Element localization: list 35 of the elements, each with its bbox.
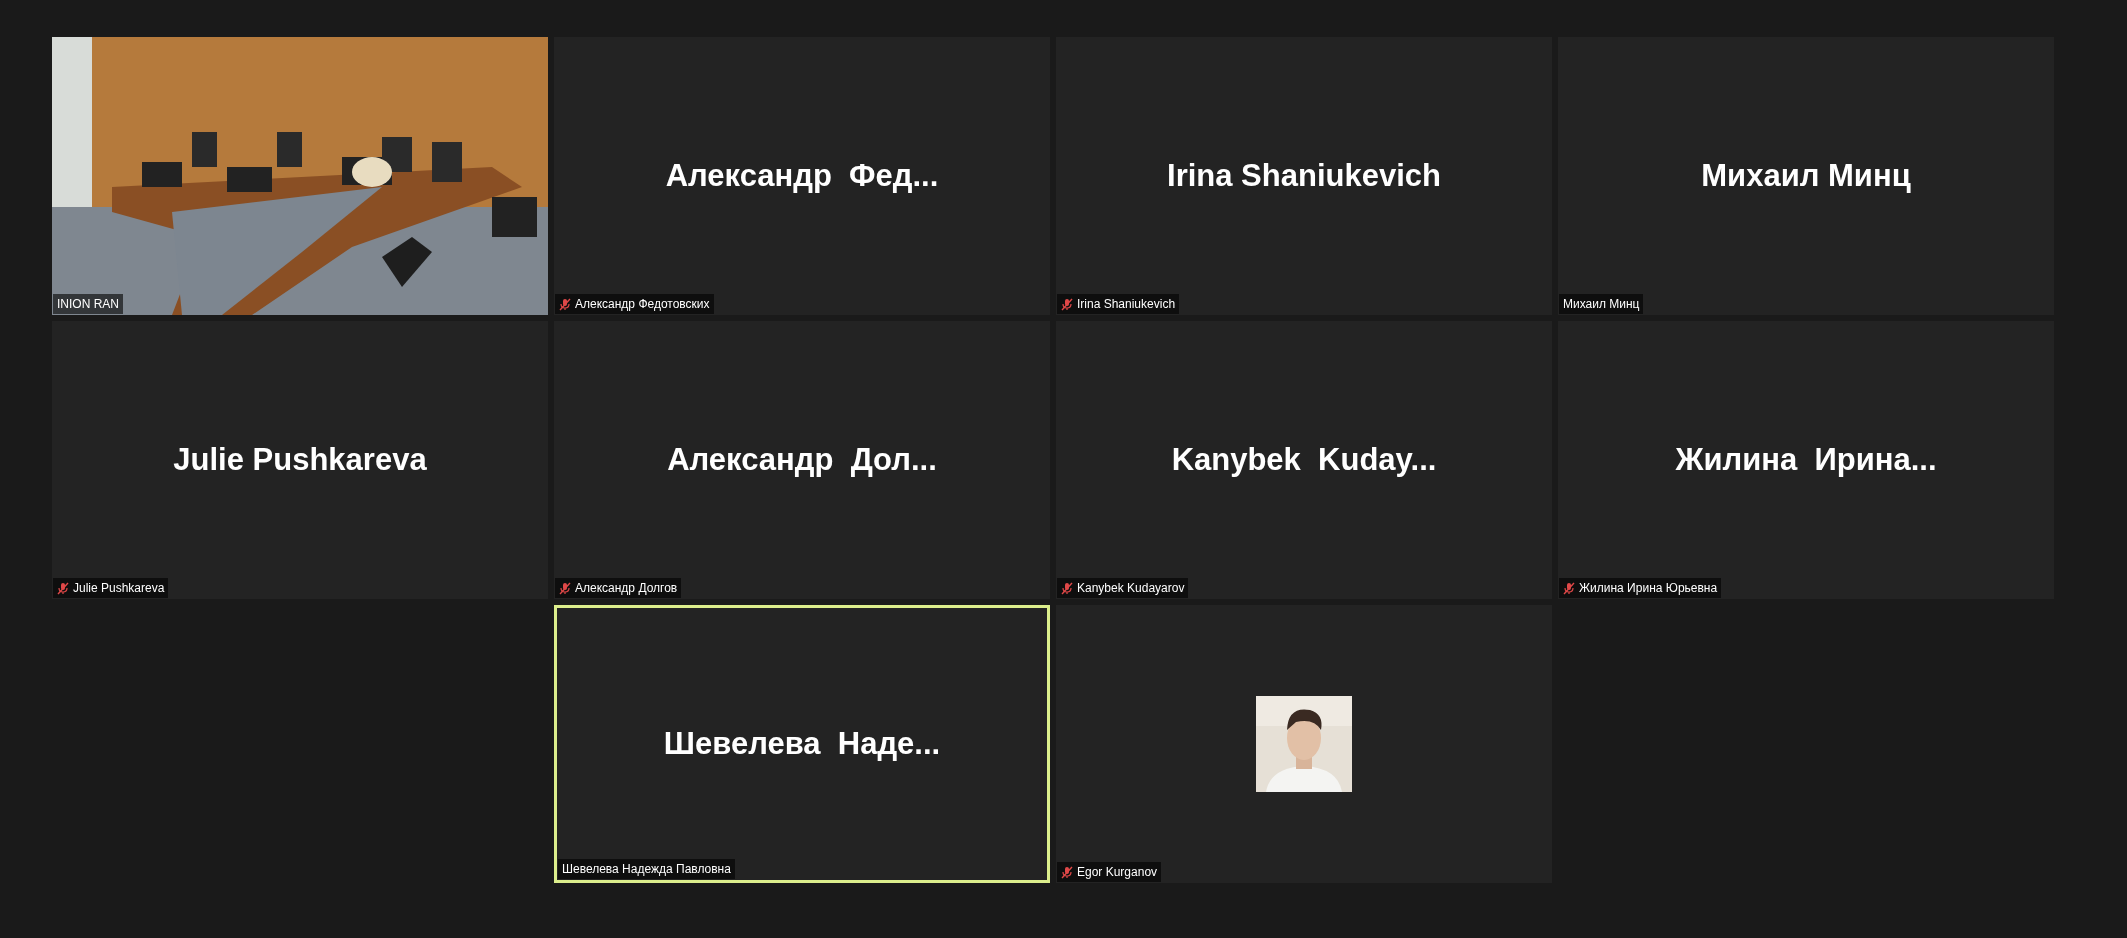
participant-name: Kanybek Kuday... bbox=[1171, 440, 1437, 479]
muted-microphone-icon bbox=[1563, 581, 1575, 595]
video-tile[interactable]: Александр Дол... Александр Долгов bbox=[554, 321, 1050, 599]
video-tile[interactable]: INION RAN bbox=[52, 37, 548, 315]
participant-name: Александр Дол... bbox=[667, 440, 937, 479]
muted-microphone-icon bbox=[1061, 581, 1073, 595]
name-label: Шевелева Надежда Павловна bbox=[558, 859, 735, 879]
video-tile[interactable]: Egor Kurganov bbox=[1056, 605, 1552, 883]
name-label: Irina Shaniukevich bbox=[1057, 294, 1180, 314]
video-tile[interactable]: Жилина Ирина... Жилина Ирина Юрьевна bbox=[1558, 321, 2054, 599]
video-tile[interactable]: Шевелева Наде... Шевелева Надежда Павловна bbox=[554, 605, 1050, 883]
name-label: Egor Kurganov bbox=[1057, 862, 1162, 882]
muted-microphone-icon bbox=[57, 581, 69, 595]
participant-name: Жилина Ирина... bbox=[1675, 440, 1937, 479]
name-label: Александр Долгов bbox=[555, 578, 682, 598]
participant-name: Irina Shaniukevich bbox=[1167, 156, 1441, 195]
name-label: Жилина Ирина Юрьевна bbox=[1559, 578, 1722, 598]
muted-microphone-icon bbox=[1061, 297, 1073, 311]
name-label: Julie Pushkareva bbox=[53, 578, 169, 598]
video-tile[interactable]: Александр Фед... Александр Федотовских bbox=[554, 37, 1050, 315]
name-label: Александр Федотовских bbox=[555, 294, 714, 314]
participant-name: Julie Pushkareva bbox=[173, 440, 427, 479]
muted-microphone-icon bbox=[559, 581, 571, 595]
video-tile[interactable]: Михаил Минц Михаил Минц bbox=[1558, 37, 2054, 315]
muted-microphone-icon bbox=[1061, 865, 1073, 879]
name-label: Михаил Минц bbox=[1559, 294, 1644, 314]
participant-name: Александр Фед... bbox=[665, 156, 939, 195]
video-tile[interactable]: Kanybek Kuday... Kanybek Kudayarov bbox=[1056, 321, 1552, 599]
participant-name: Шевелева Наде... bbox=[663, 724, 941, 763]
video-tile[interactable]: Irina Shaniukevich Irina Shaniukevich bbox=[1056, 37, 1552, 315]
video-tile[interactable]: Julie Pushkareva Julie Pushkareva bbox=[52, 321, 548, 599]
muted-microphone-icon bbox=[559, 297, 571, 311]
name-label: INION RAN bbox=[53, 294, 123, 314]
participant-name: Михаил Минц bbox=[1701, 156, 1911, 195]
name-label: Kanybek Kudayarov bbox=[1057, 578, 1189, 598]
